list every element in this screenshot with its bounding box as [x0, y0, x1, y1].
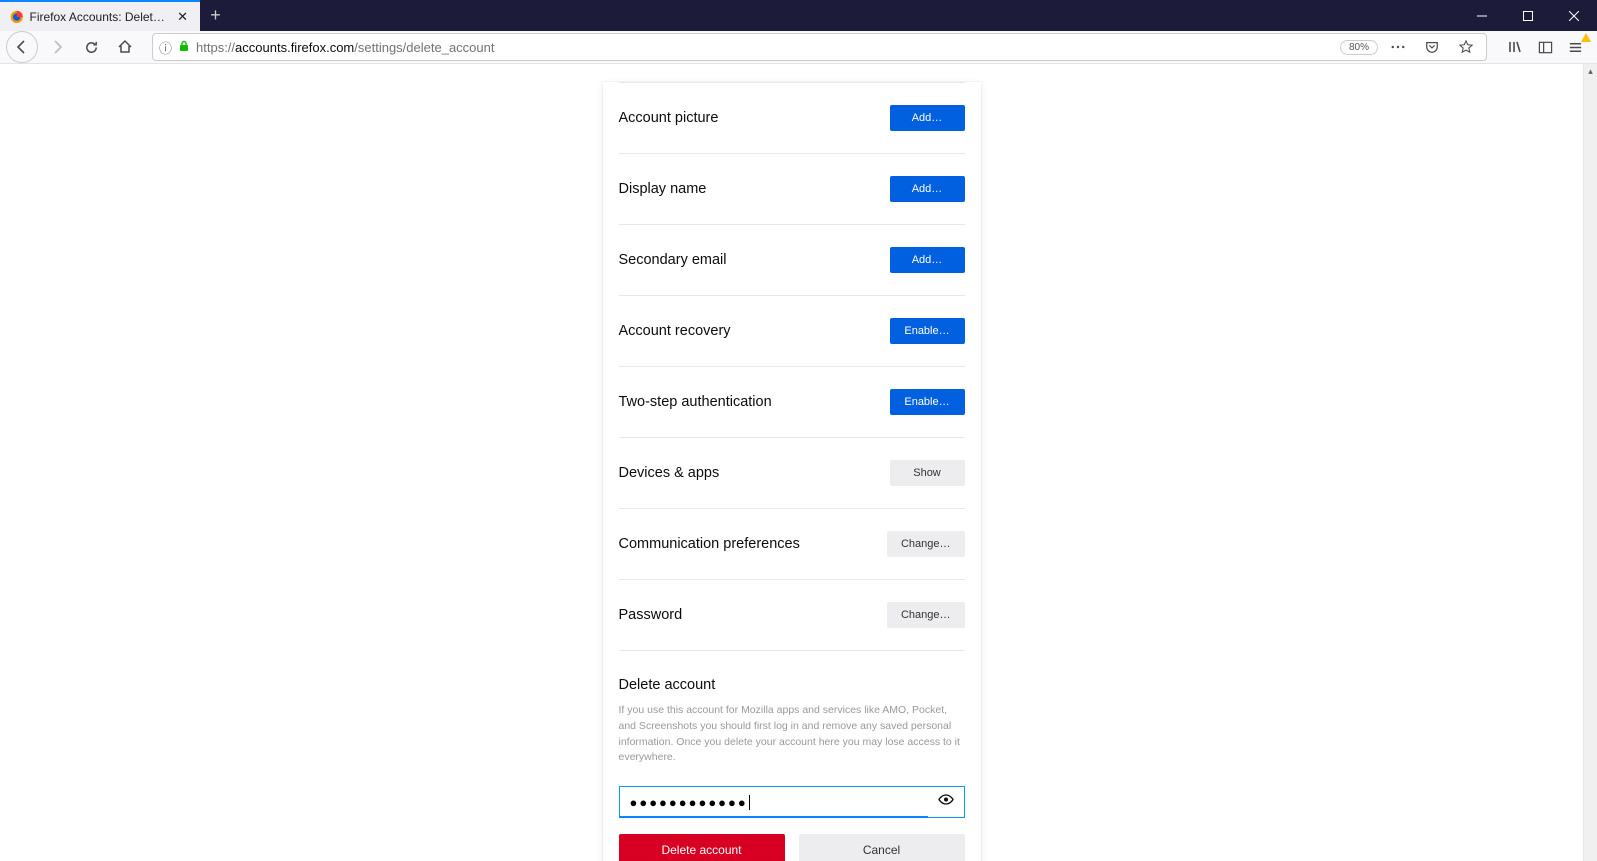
settings-row-label: Secondary email: [619, 252, 727, 268]
settings-row-action-button[interactable]: Add…: [890, 105, 965, 131]
settings-row: Account recovery Enable…: [619, 296, 965, 367]
settings-row: Display name Add…: [619, 154, 965, 225]
password-input[interactable]: ●●●●●●●●●●●●: [619, 786, 965, 818]
settings-row-label: Account picture: [619, 110, 719, 126]
delete-account-title: Delete account: [619, 677, 965, 693]
settings-row-action-button[interactable]: Enable…: [890, 318, 965, 344]
settings-row-label: Two-step authentication: [619, 394, 772, 410]
pocket-icon[interactable]: [1418, 33, 1446, 61]
settings-row-action-button[interactable]: Enable…: [890, 389, 965, 415]
settings-row-action-button[interactable]: Add…: [890, 176, 965, 202]
home-button[interactable]: [110, 32, 140, 62]
settings-row-label: Password: [619, 607, 683, 623]
password-mask: ●●●●●●●●●●●●: [630, 795, 748, 810]
settings-row-action-button[interactable]: Change…: [887, 602, 965, 628]
settings-row: Two-step authentication Enable…: [619, 367, 965, 438]
settings-row-action-button[interactable]: Change…: [887, 531, 965, 557]
browser-tab-active[interactable]: Firefox Accounts: Delete accou ✕: [0, 0, 200, 31]
sidebar-icon[interactable]: [1531, 33, 1559, 61]
delete-account-button[interactable]: Delete account: [619, 834, 785, 861]
library-icon[interactable]: [1501, 33, 1529, 61]
tab-strip: Firefox Accounts: Delete accou ✕ +: [0, 0, 231, 31]
settings-row-action-button[interactable]: Add…: [890, 247, 965, 273]
forward-button[interactable]: [42, 32, 72, 62]
navigation-toolbar: ⓘ https://accounts.firefox.com/settings/…: [0, 31, 1597, 64]
settings-row-label: Display name: [619, 181, 707, 197]
window-titlebar: Firefox Accounts: Delete accou ✕ +: [0, 0, 1597, 31]
tab-title: Firefox Accounts: Delete accou: [30, 10, 170, 24]
zoom-level-badge[interactable]: 80%: [1340, 40, 1378, 55]
settings-row: Communication preferences Change…: [619, 509, 965, 580]
delete-action-row: Delete account Cancel: [619, 834, 965, 861]
lock-icon[interactable]: [178, 40, 190, 55]
settings-row: Account picture Add…: [619, 82, 965, 154]
settings-row-label: Communication preferences: [619, 536, 800, 552]
window-maximize-button[interactable]: [1505, 0, 1551, 31]
page-actions-icon[interactable]: [1384, 33, 1412, 61]
settings-row: Secondary email Add…: [619, 225, 965, 296]
window-close-button[interactable]: [1551, 0, 1597, 31]
settings-card: Account pictureAdd…Display nameAdd…Secon…: [603, 82, 981, 861]
toolbar-right-group: [1499, 33, 1591, 61]
settings-row: Devices & apps Show: [619, 438, 965, 509]
delete-account-section: Delete account If you use this account f…: [619, 651, 965, 861]
url-bar[interactable]: ⓘ https://accounts.firefox.com/settings/…: [152, 33, 1487, 61]
page-viewport: Account pictureAdd…Display nameAdd…Secon…: [0, 64, 1583, 861]
vertical-scrollbar[interactable]: ▴: [1583, 64, 1597, 861]
window-controls: [1459, 0, 1597, 31]
url-text: https://accounts.firefox.com/settings/de…: [196, 40, 1334, 55]
back-button[interactable]: [6, 31, 38, 63]
site-info-icon[interactable]: ⓘ: [159, 38, 172, 57]
settings-row-label: Devices & apps: [619, 465, 720, 481]
new-tab-button[interactable]: +: [200, 0, 231, 31]
firefox-icon: [10, 9, 24, 25]
window-minimize-button[interactable]: [1459, 0, 1505, 31]
cancel-button[interactable]: Cancel: [799, 834, 965, 861]
warning-badge-icon: [1581, 33, 1591, 42]
tab-close-icon[interactable]: ✕: [175, 9, 190, 25]
settings-row-action-button[interactable]: Show: [890, 460, 965, 486]
settings-row: Password Change…: [619, 580, 965, 651]
show-password-icon[interactable]: [938, 792, 954, 813]
settings-row-label: Account recovery: [619, 323, 731, 339]
scroll-up-arrow-icon[interactable]: ▴: [1584, 64, 1597, 78]
bookmark-star-icon[interactable]: [1452, 33, 1480, 61]
text-cursor: [749, 795, 750, 810]
app-menu-button[interactable]: [1561, 33, 1589, 61]
delete-account-description: If you use this account for Mozilla apps…: [619, 703, 965, 766]
reload-button[interactable]: [76, 32, 106, 62]
